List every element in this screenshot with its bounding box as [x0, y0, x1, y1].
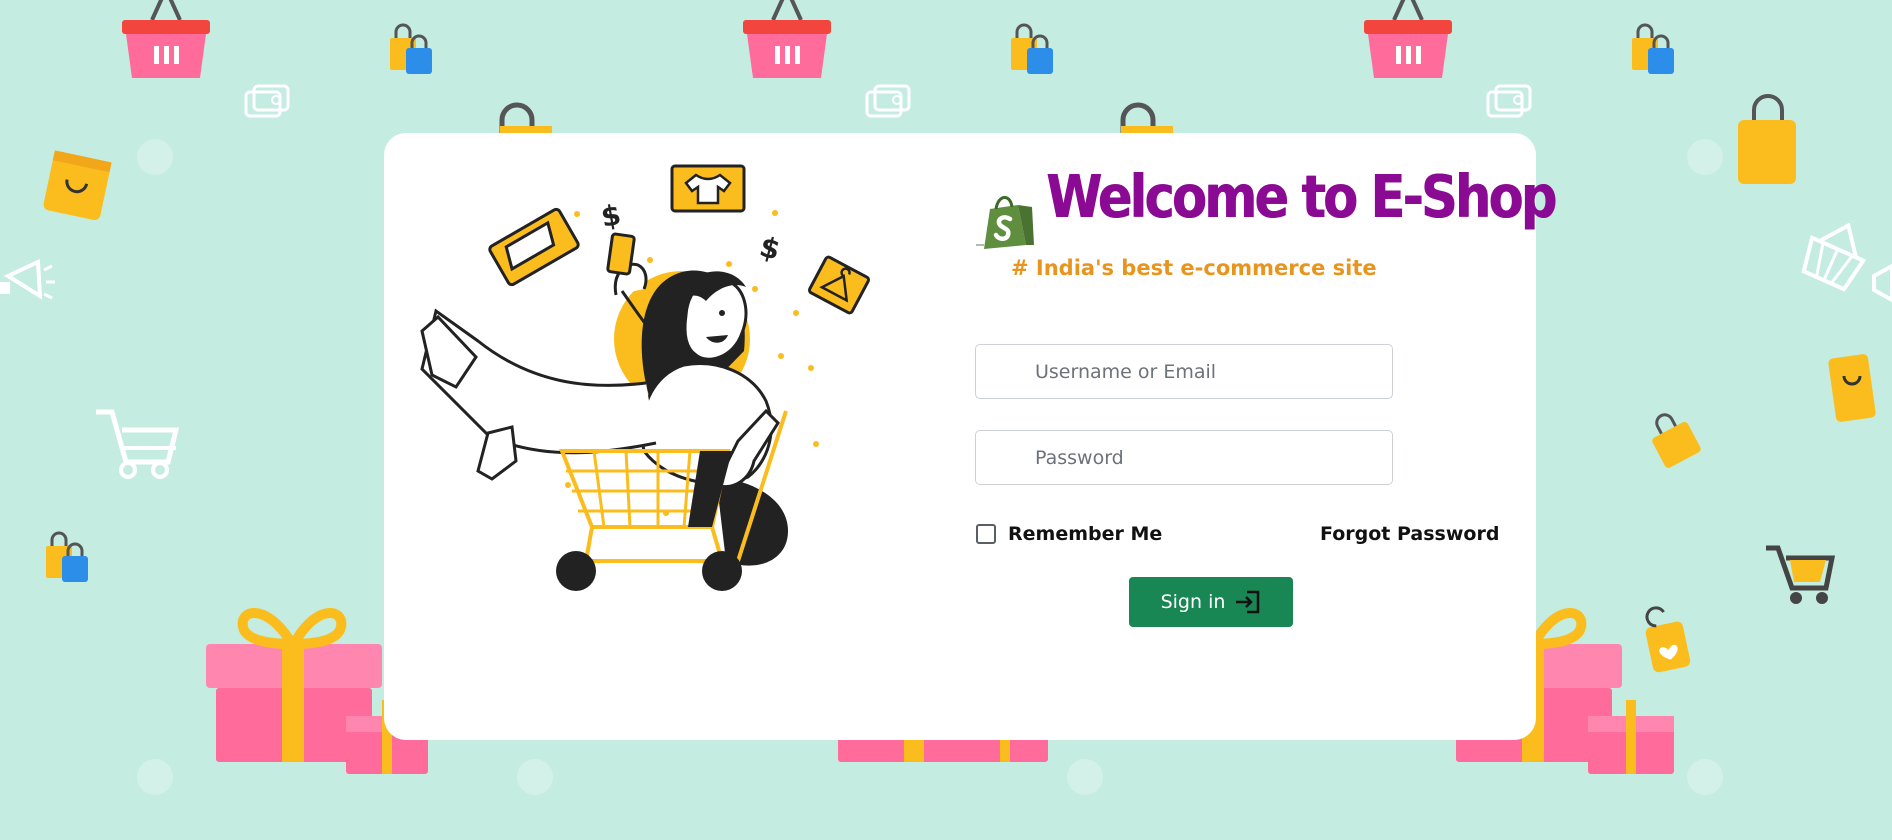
remember-me-checkbox[interactable]	[976, 524, 996, 544]
shopify-bag-icon	[976, 196, 1034, 249]
username-input[interactable]	[975, 344, 1393, 399]
svg-text:$: $	[598, 198, 623, 234]
sign-in-arrow-icon	[1236, 590, 1260, 614]
remember-me-control[interactable]: Remember Me	[976, 520, 1162, 548]
page-title: Welcome to E-Shop	[1046, 162, 1557, 231]
forgot-password-link[interactable]: Forgot Password	[1320, 520, 1499, 548]
remember-me-label: Remember Me	[1008, 523, 1163, 545]
page-subtitle: # India's best e-commerce site	[1011, 256, 1377, 280]
password-input[interactable]	[975, 430, 1393, 485]
sign-in-button-label: Sign in	[1160, 591, 1226, 613]
sign-in-button[interactable]: Sign in	[1129, 577, 1293, 627]
woman-in-shopping-cart-illustration: $ $	[420, 164, 871, 591]
login-card: $ $ Welcome to E-Shop # India's best e-c…	[384, 133, 1557, 740]
svg-text:$: $	[756, 230, 783, 267]
